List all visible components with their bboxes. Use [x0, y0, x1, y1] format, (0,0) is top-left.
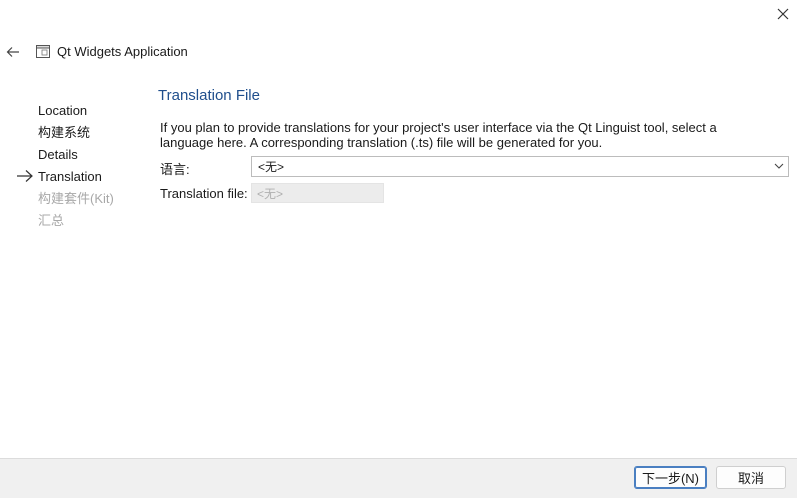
close-icon [777, 8, 788, 20]
back-arrow-icon [6, 47, 19, 57]
language-label: 语言: [160, 162, 190, 177]
step-summary: 汇总 [38, 213, 65, 228]
page-title: Translation File [158, 87, 260, 104]
step-kits: 构建套件(Kit) [38, 191, 114, 206]
wizard-steps: Location 构建系统 Details Translation 构建套件(K… [38, 102, 114, 234]
translation-file-field: <无> [251, 183, 384, 203]
translation-file-label: Translation file: [160, 186, 248, 201]
step-build-system: 构建系统 [38, 125, 91, 140]
next-button[interactable]: 下一步(N) [634, 466, 707, 489]
step-location: Location [38, 103, 88, 118]
cancel-button[interactable]: 取消 [716, 466, 786, 489]
step-details: Details [38, 147, 78, 162]
language-select-value: <无> [258, 160, 285, 174]
page-description: If you plan to provide translations for … [160, 120, 760, 150]
description-line-2: language here. A corresponding translati… [160, 135, 603, 150]
window-title: Qt Widgets Application [57, 44, 188, 59]
language-select[interactable]: <无> [251, 156, 789, 177]
close-button[interactable] [768, 0, 797, 28]
translation-file-value: <无> [257, 186, 284, 201]
step-translation: Translation [38, 169, 102, 184]
chevron-down-icon [774, 163, 784, 169]
description-line-1: If you plan to provide translations for … [160, 120, 717, 135]
current-step-arrow-icon [17, 170, 33, 182]
app-window-icon [36, 45, 50, 58]
back-button[interactable] [4, 44, 22, 60]
